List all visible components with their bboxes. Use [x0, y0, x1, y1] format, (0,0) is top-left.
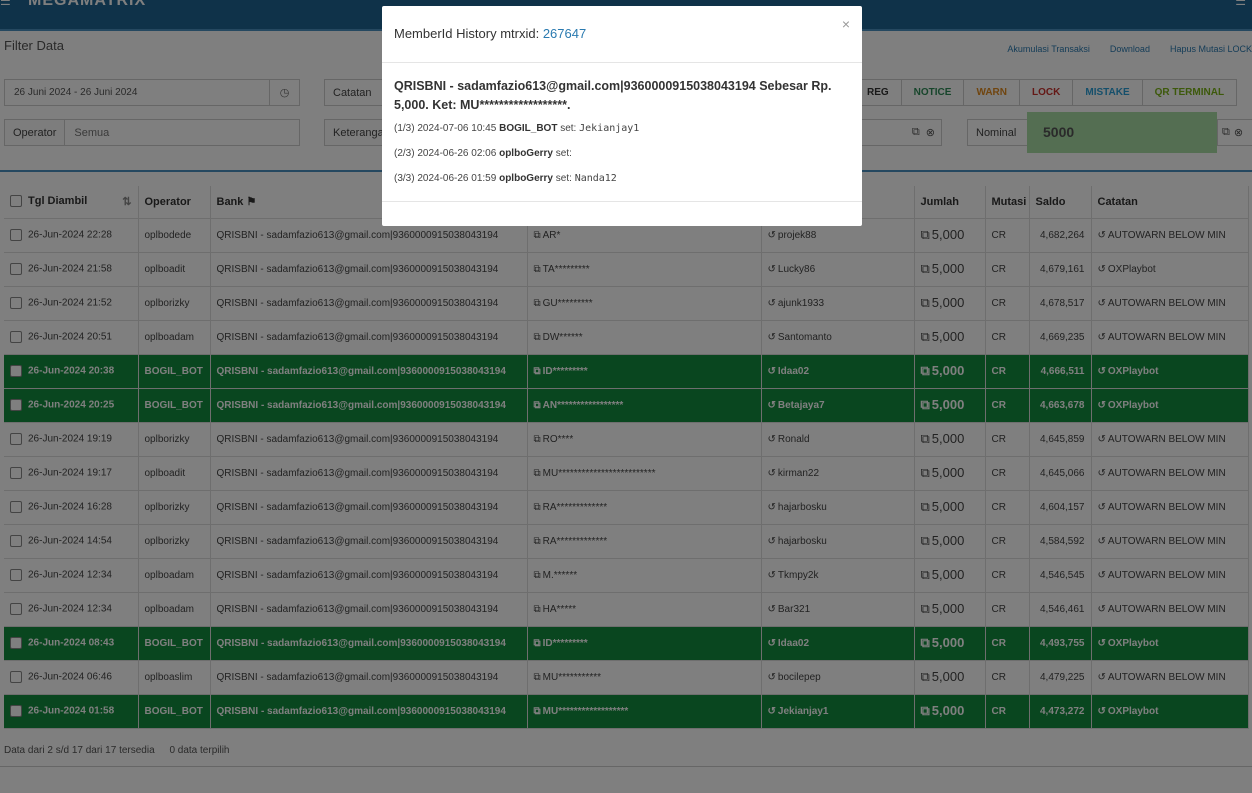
history-time: 2024-06-26 02:06 — [417, 148, 497, 159]
modal-header: MemberId History mtrxid: 267647 — [382, 6, 862, 63]
history-entry: (1/3) 2024-07-06 10:45 BOGIL_BOT set: Je… — [394, 122, 850, 136]
history-index: (1/3) — [394, 123, 415, 134]
history-user: BOGIL_BOT — [499, 123, 558, 134]
modal-title: MemberId History mtrxid: — [394, 26, 543, 41]
history-value: Nanda12 — [574, 173, 617, 184]
memberid-history-modal: MemberId History mtrxid: 267647 × QRISBN… — [382, 6, 862, 226]
history-entry: (2/3) 2024-06-26 02:06 oplboGerry set: — [394, 147, 850, 161]
history-value: Jekianjay1 — [579, 123, 640, 134]
history-user: oplboGerry — [499, 148, 553, 159]
history-time: 2024-06-26 01:59 — [417, 173, 497, 184]
modal-body: QRISBNI - sadamfazio613@gmail.com|936000… — [382, 63, 862, 200]
close-icon[interactable]: × — [842, 16, 850, 32]
history-set: set: — [555, 173, 572, 184]
history-entry: (3/3) 2024-06-26 01:59 oplboGerry set: N… — [394, 172, 850, 186]
mtrxid-link[interactable]: 267647 — [543, 26, 586, 41]
modal-message: QRISBNI - sadamfazio613@gmail.com|936000… — [394, 79, 832, 112]
history-index: (2/3) — [394, 148, 415, 159]
history-set: set: — [560, 123, 577, 134]
modal-footer — [382, 201, 862, 202]
history-index: (3/3) — [394, 173, 415, 184]
history-time: 2024-07-06 10:45 — [417, 123, 497, 134]
history-set: set: — [555, 148, 572, 159]
history-user: oplboGerry — [499, 173, 553, 184]
